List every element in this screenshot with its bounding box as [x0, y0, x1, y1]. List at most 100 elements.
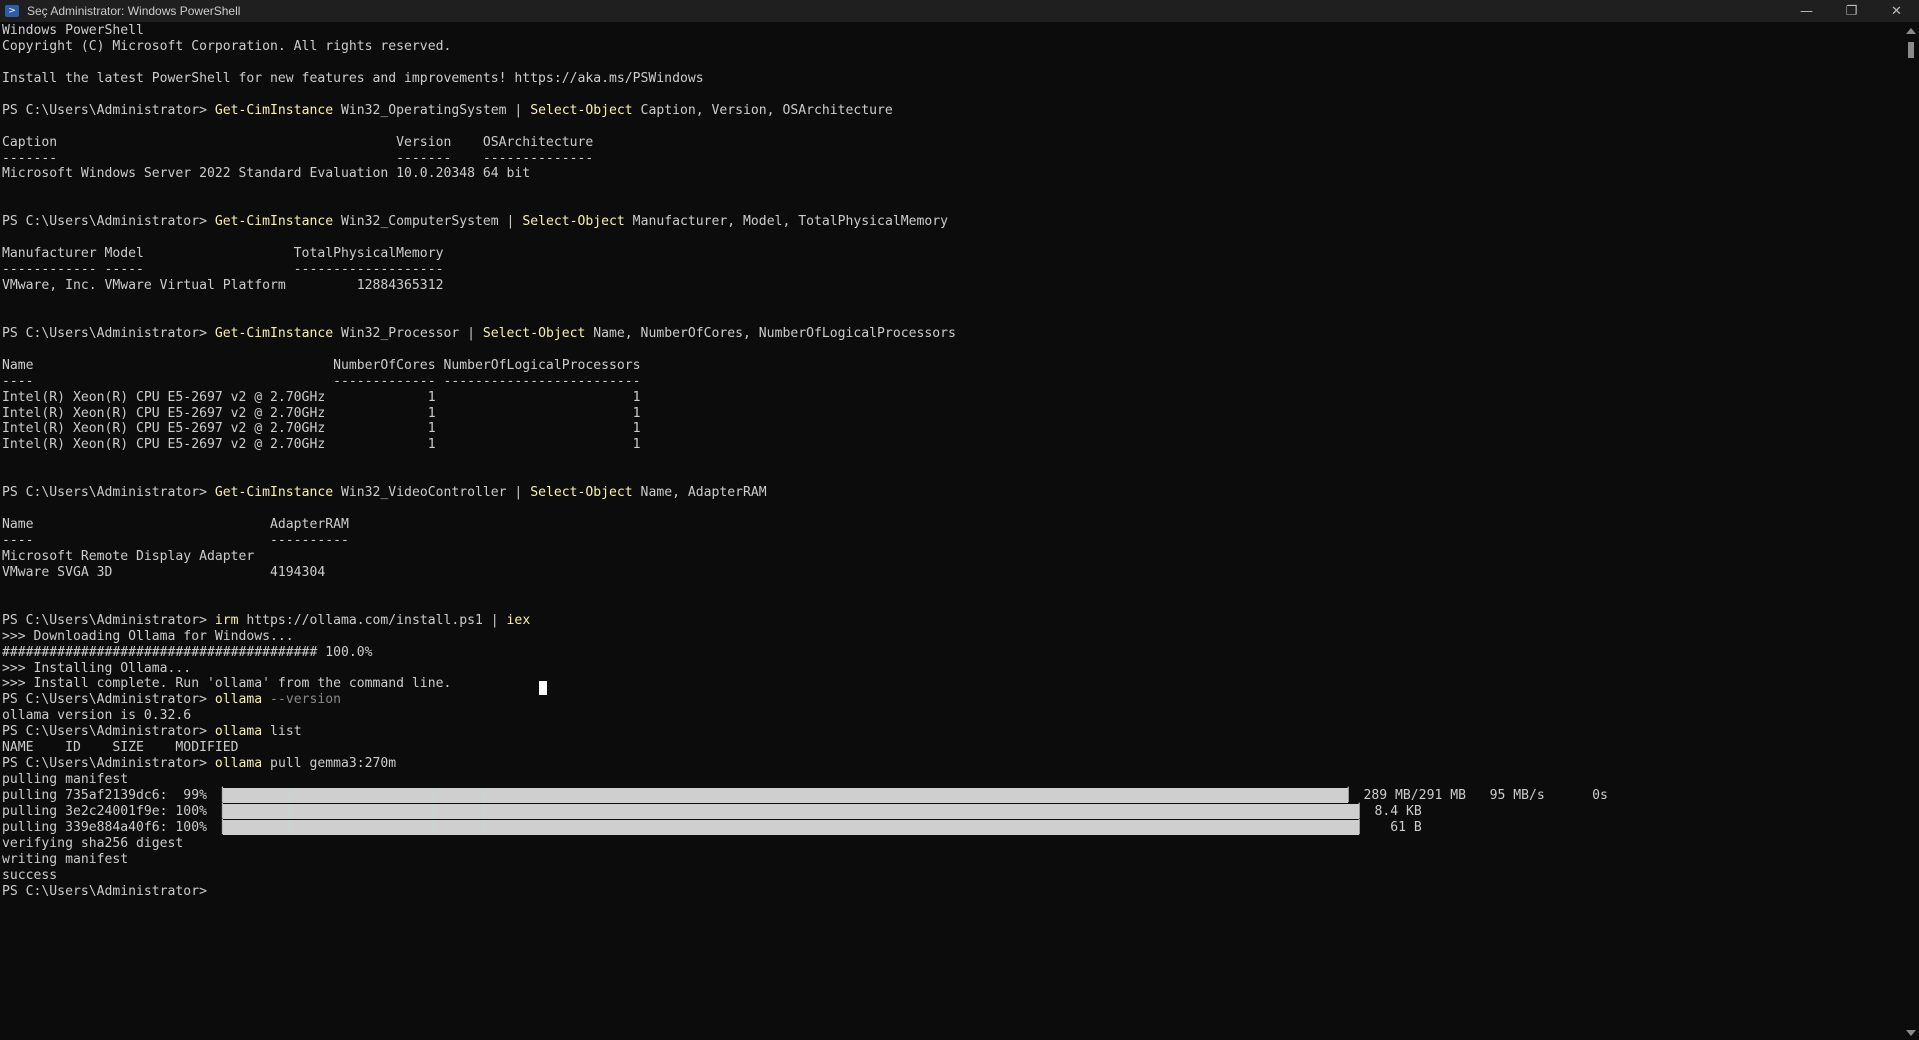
console-line: ollama version is 0.32.6	[2, 708, 1902, 724]
console-line: verifying sha256 digest	[2, 836, 1902, 852]
console-line: >>> Installing Ollama...	[2, 661, 1902, 677]
console-text: pulling 3e2c24001f9e: 100% ▕	[2, 803, 223, 819]
console-line: Name AdapterRAM	[2, 517, 1902, 533]
console-text: PS C:\Users\Administrator>	[2, 692, 215, 708]
console-line: >>> Install complete. Run 'ollama' from …	[2, 676, 1902, 692]
command-token: Select-Object	[482, 325, 586, 341]
console-text: VMware SVGA 3D 4194304	[2, 564, 326, 580]
console-line: Install the latest PowerShell for new fe…	[2, 71, 1902, 87]
console-text: ########################################…	[2, 644, 373, 660]
console-text: Intel(R) Xeon(R) CPU E5-2697 v2 @ 2.70GH…	[2, 405, 641, 421]
console-line: Name NumberOfCores NumberOfLogicalProces…	[2, 358, 1902, 374]
console-line: ---- ----------	[2, 533, 1902, 549]
console-text: Name NumberOfCores NumberOfLogicalProces…	[2, 357, 641, 373]
console-text: ---- ------------- ---------------------…	[2, 373, 641, 389]
console-line: NAME ID SIZE MODIFIED	[2, 740, 1902, 756]
minimize-button[interactable]: —	[1784, 0, 1829, 22]
console-line: Manufacturer Model TotalPhysicalMemory	[2, 246, 1902, 262]
console-text: VMware, Inc. VMware Virtual Platform 128…	[2, 278, 444, 293]
command-token: Get-CimInstance	[214, 102, 334, 118]
console-text: Intel(R) Xeon(R) CPU E5-2697 v2 @ 2.70GH…	[2, 421, 641, 437]
command-token: ollama	[214, 724, 263, 740]
console-line: PS C:\Users\Administrator> Get-CimInstan…	[2, 485, 1902, 501]
command-token: Get-CimInstance	[214, 214, 334, 230]
console-text: ollama version is 0.32.6	[2, 708, 192, 724]
console-text: ------- ------- --------------	[2, 150, 594, 166]
scroll-down-arrow-icon[interactable]	[1906, 1030, 1916, 1036]
download-progress-bar	[222, 803, 1359, 819]
console-text: writing manifest	[2, 851, 129, 867]
console-text: Win32_ComputerSystem |	[333, 214, 523, 230]
console-line: PS C:\Users\Administrator>	[2, 884, 1902, 900]
scrollbar-thumb[interactable]	[1908, 42, 1914, 58]
download-progress-bar	[222, 788, 1348, 803]
command-token: irm	[214, 612, 239, 628]
scroll-up-arrow-icon[interactable]	[1906, 28, 1916, 34]
console-text: >>> Install complete. Run 'ollama' from …	[2, 676, 452, 692]
console-text: list	[262, 724, 302, 740]
console-text: success	[2, 867, 58, 883]
console-line: Intel(R) Xeon(R) CPU E5-2697 v2 @ 2.70GH…	[2, 406, 1902, 422]
console-text: ▏ 289 MB/291 MB 95 MB/s 0s	[1347, 788, 1608, 803]
console-line: ########################################…	[2, 645, 1902, 661]
console-text: ---- ----------	[2, 533, 349, 548]
console-line: Copyright (C) Microsoft Corporation. All…	[2, 39, 1902, 55]
console-line: Caption Version OSArchitecture	[2, 135, 1902, 151]
console-text: Caption Version OSArchitecture	[2, 134, 594, 150]
console-line: Microsoft Windows Server 2022 Standard E…	[2, 166, 1902, 182]
console-text: PS C:\Users\Administrator>	[2, 325, 215, 341]
console-text: Microsoft Remote Display Adapter	[2, 548, 255, 564]
console-text: PS C:\Users\Administrator>	[2, 214, 215, 230]
console-text: PS C:\Users\Administrator>	[2, 883, 207, 899]
console-line: pulling manifest	[2, 772, 1902, 788]
console-text: PS C:\Users\Administrator>	[2, 724, 215, 740]
console-text: Install the latest PowerShell for new fe…	[2, 70, 704, 86]
console-line: pulling 3e2c24001f9e: 100% ▕ ▏ 8.4 KB	[2, 803, 1902, 820]
console-line: pulling 735af2139dc6: 99% ▕ ▏ 289 MB/291 …	[2, 788, 1902, 804]
console-text: Intel(R) Xeon(R) CPU E5-2697 v2 @ 2.70GH…	[2, 437, 641, 453]
console-output[interactable]: Windows PowerShell Copyright (C) Microsof…	[2, 23, 1902, 1040]
console-text: Caption, Version, OSArchitecture	[632, 102, 893, 118]
console-text: pulling manifest	[2, 772, 129, 788]
console-text: PS C:\Users\Administrator>	[2, 756, 215, 772]
console-text: https://ollama.com/install.ps1 |	[238, 612, 507, 628]
console-text: verifying sha256 digest	[2, 835, 184, 851]
console-text: PS C:\Users\Administrator>	[2, 612, 215, 628]
console-line: VMware, Inc. VMware Virtual Platform 128…	[2, 278, 1902, 294]
close-button[interactable]: ✕	[1874, 0, 1919, 22]
window-title: Seç Administrator: Windows PowerShell	[27, 4, 241, 18]
console-line: pulling 339e884a40f6: 100% ▕ ▏ 61 B	[2, 819, 1902, 836]
console-text: Copyright (C) Microsoft Corporation. All…	[2, 38, 452, 54]
console-text: Windows PowerShell	[2, 23, 144, 38]
console-text: >>> Downloading Ollama for Windows...	[2, 628, 294, 644]
command-token: ollama	[214, 692, 263, 708]
console-line: PS C:\Users\Administrator> Get-CimInstan…	[2, 326, 1902, 342]
vertical-scrollbar[interactable]	[1902, 22, 1919, 1040]
console-line: ------------ ----- -------------------	[2, 262, 1902, 278]
console-line: success	[2, 868, 1902, 884]
console-line: PS C:\Users\Administrator> ollama pull g…	[2, 756, 1902, 772]
command-token: iex	[506, 612, 531, 628]
console-line: PS C:\Users\Administrator> ollama --vers…	[2, 692, 1902, 708]
window-controls: — ❐ ✕	[1784, 0, 1919, 22]
console-text: NAME ID SIZE MODIFIED	[2, 740, 239, 756]
console-line: Microsoft Remote Display Adapter	[2, 549, 1902, 565]
restore-button[interactable]: ❐	[1829, 0, 1874, 22]
title-bar[interactable]: > Seç Administrator: Windows PowerShell …	[0, 0, 1919, 22]
download-progress-bar	[222, 819, 1359, 835]
console-text: ------------ ----- -------------------	[2, 262, 444, 278]
console-text: pulling 339e884a40f6: 100% ▕	[2, 819, 223, 835]
powershell-window: > Seç Administrator: Windows PowerShell …	[0, 0, 1919, 1040]
console-text: ▏ 8.4 KB	[1358, 803, 1422, 819]
command-token: Select-Object	[530, 485, 633, 501]
